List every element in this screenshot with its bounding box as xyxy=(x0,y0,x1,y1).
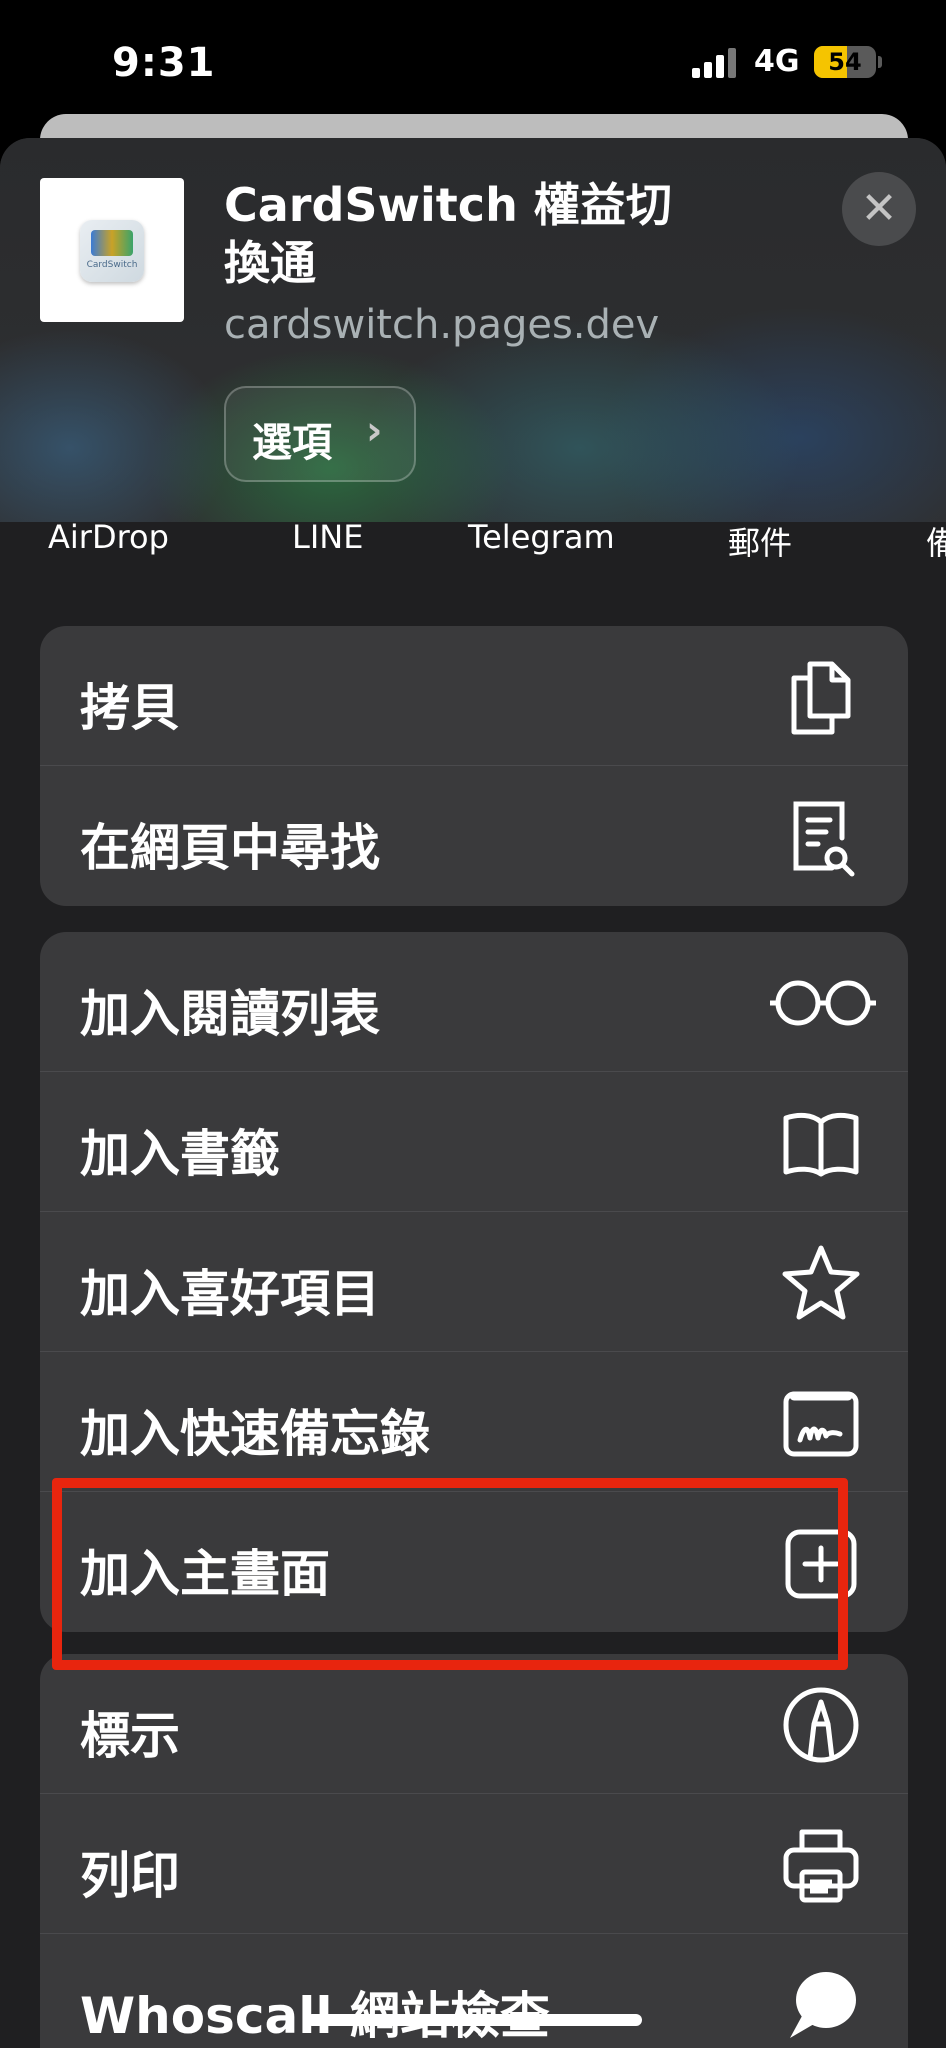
battery-tip xyxy=(878,56,882,68)
status-bar: 9:31 4G 54 xyxy=(0,0,946,130)
action-label: 加入快速備忘錄 xyxy=(80,1405,430,1463)
book-icon xyxy=(780,1102,862,1184)
printer-icon xyxy=(780,1824,862,1906)
action-label: 拷貝 xyxy=(80,679,180,737)
find-in-page-icon xyxy=(780,796,862,878)
home-indicator[interactable] xyxy=(306,2014,642,2026)
action-add-favorites[interactable]: 加入喜好項目 xyxy=(40,1212,908,1352)
action-add-quick-note[interactable]: 加入快速備忘錄 xyxy=(40,1352,908,1492)
cellular-signal-icon xyxy=(692,48,738,78)
battery-percent: 54 xyxy=(828,48,862,76)
action-group-1: 拷貝 在網頁中尋找 xyxy=(40,626,908,906)
share-sheet-header: CardSwitch CardSwitch 權益切換通 cardswitch.p… xyxy=(0,138,946,522)
battery-icon: 54 xyxy=(814,46,876,78)
card-graphic xyxy=(91,230,133,256)
close-button[interactable]: ✕ xyxy=(842,172,916,246)
action-label: 在網頁中尋找 xyxy=(80,819,380,877)
status-time: 9:31 xyxy=(112,40,216,86)
glasses-icon xyxy=(768,962,878,1044)
options-label: 選項 xyxy=(252,420,332,466)
action-label: 列印 xyxy=(80,1847,180,1905)
action-find-in-page[interactable]: 在網頁中尋找 xyxy=(40,766,908,906)
share-target-airdrop[interactable]: AirDrop xyxy=(48,518,169,556)
markup-icon xyxy=(780,1684,862,1766)
action-label: Whoscall 網站檢查 xyxy=(80,1987,550,2045)
action-print[interactable]: 列印 xyxy=(40,1794,908,1934)
action-whoscall-check[interactable]: Whoscall 網站檢查 xyxy=(40,1934,908,2048)
options-button[interactable]: 選項 › xyxy=(224,386,416,482)
share-sheet: CardSwitch CardSwitch 權益切換通 cardswitch.p… xyxy=(0,138,946,2048)
site-thumbnail: CardSwitch xyxy=(40,178,184,322)
action-add-reading-list[interactable]: 加入閱讀列表 xyxy=(40,932,908,1072)
share-target-more[interactable]: 備 xyxy=(926,518,946,564)
action-label: 加入喜好項目 xyxy=(80,1265,380,1323)
share-target-telegram[interactable]: Telegram xyxy=(468,518,615,556)
site-url: cardswitch.pages.dev xyxy=(224,302,660,348)
network-type: 4G xyxy=(754,44,800,79)
share-target-line[interactable]: LINE xyxy=(292,518,363,556)
action-group-3: 標示 列印 Whoscall 網站檢查 xyxy=(40,1654,908,2048)
site-title: CardSwitch 權益切換通 xyxy=(224,178,672,290)
app-icon-label: CardSwitch xyxy=(86,260,138,270)
copy-icon xyxy=(780,656,862,738)
action-label: 加入閱讀列表 xyxy=(80,985,380,1043)
highlight-box xyxy=(52,1478,848,1670)
share-target-mail[interactable]: 郵件 xyxy=(728,518,792,564)
action-markup[interactable]: 標示 xyxy=(40,1654,908,1794)
action-copy[interactable]: 拷貝 xyxy=(40,626,908,766)
close-icon: ✕ xyxy=(860,183,898,234)
action-label: 加入書籤 xyxy=(80,1125,280,1183)
cardswitch-app-icon: CardSwitch xyxy=(80,220,144,282)
chevron-right-icon: › xyxy=(366,408,383,454)
action-add-bookmark[interactable]: 加入書籤 xyxy=(40,1072,908,1212)
star-icon xyxy=(780,1242,862,1324)
share-targets-row: AirDrop LINE Telegram 郵件 備 xyxy=(0,518,946,578)
quick-note-icon xyxy=(780,1382,862,1464)
whoscall-icon xyxy=(780,1964,862,2046)
action-label: 標示 xyxy=(80,1707,180,1765)
